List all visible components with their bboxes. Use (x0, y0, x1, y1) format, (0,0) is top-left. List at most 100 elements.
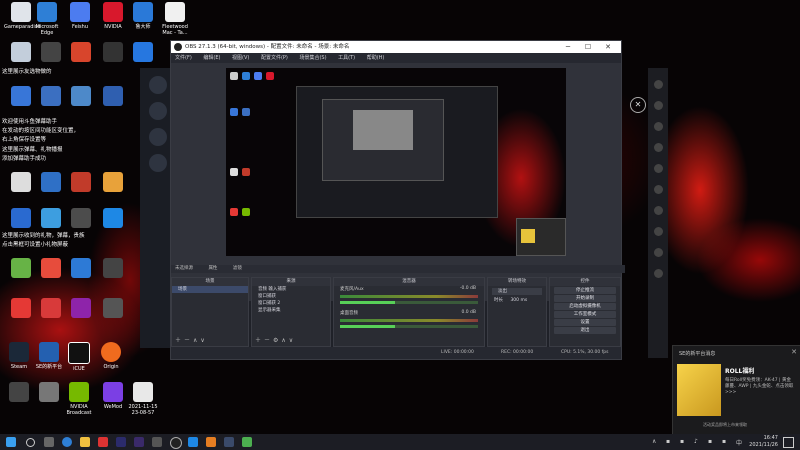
network-icon[interactable]: ▪ (666, 438, 670, 445)
taskview-icon[interactable] (44, 437, 54, 447)
desktop-icon[interactable] (4, 208, 38, 230)
desktop-icon[interactable] (4, 172, 38, 194)
tray-icon[interactable]: ▪ (680, 438, 684, 445)
app-icon[interactable] (242, 437, 252, 447)
desktop-icon-file[interactable]: 2021-11-15 23-08-57 (126, 382, 160, 416)
desktop-icon-nvidia-broadcast[interactable]: NVIDIA Broadcast (62, 382, 96, 416)
stop-streaming-button[interactable]: 停止推流 (554, 287, 616, 294)
desktop-icon[interactable] (4, 42, 38, 64)
maximize-icon[interactable]: ☐ (579, 41, 597, 53)
notification-center-icon[interactable] (783, 437, 794, 448)
obs-window[interactable]: OBS 27.1.3 (64-bit, windows) - 配置文件: 未命名… (170, 40, 625, 360)
source-item[interactable]: 音频 输入捕获 (252, 286, 330, 293)
preview-canvas[interactable] (226, 68, 566, 256)
desktop-icon[interactable]: NVIDIA (96, 2, 130, 30)
scene-tools[interactable]: ＋－∧∨ (175, 335, 208, 344)
premiere-icon[interactable] (134, 437, 144, 447)
start-recording-button[interactable]: 开始录制 (554, 295, 616, 302)
desktop-icon[interactable] (4, 298, 38, 320)
desktop-icon[interactable] (64, 86, 98, 108)
desktop-icon[interactable]: 鲁大师 (126, 2, 160, 30)
edge-icon[interactable] (62, 437, 72, 447)
studio-mode-button[interactable]: 工作室模式 (554, 311, 616, 318)
desktop-icon[interactable] (126, 42, 160, 64)
desktop-icon[interactable]: Microsoft Edge (30, 2, 64, 36)
obs-titlebar[interactable]: OBS 27.1.3 (64-bit, windows) - 配置文件: 未命名… (171, 41, 621, 53)
desktop-icon-se[interactable]: SE的新平台 (32, 342, 66, 370)
desktop-icon[interactable] (32, 382, 66, 404)
source-tools[interactable]: ＋－⚙∧∨ (255, 335, 296, 344)
properties-button[interactable]: 属性 (208, 266, 217, 271)
desktop-icon[interactable] (4, 86, 38, 108)
obs-taskbar-icon[interactable] (170, 437, 182, 449)
tray-icon[interactable]: ▪ (708, 438, 712, 445)
desktop-icon[interactable] (96, 172, 130, 194)
close-icon[interactable]: ✕ (630, 97, 646, 113)
menu-file[interactable]: 文件(F) (175, 55, 192, 61)
settings-button[interactable]: 设置 (554, 319, 616, 326)
desktop-icon[interactable] (96, 258, 130, 280)
desktop-icon[interactable] (64, 258, 98, 280)
desktop-icon[interactable] (64, 172, 98, 194)
taskbar-clock[interactable]: 16:47 2021/11/26 (749, 435, 778, 449)
duration-field[interactable]: 时长 300 ms (488, 297, 546, 304)
app-icon[interactable] (152, 437, 162, 447)
desktop-icon[interactable] (2, 382, 36, 404)
desktop-icon[interactable]: Feishu (63, 2, 97, 30)
close-icon[interactable]: ✕ (599, 41, 617, 53)
desktop-icon-icue[interactable]: iCUE (62, 342, 96, 372)
source-item[interactable]: 窗口捕获 2 (252, 300, 330, 307)
app-icon[interactable] (116, 437, 126, 447)
volume-slider[interactable] (340, 325, 478, 328)
tray-chevron-icon[interactable]: ∧ (652, 438, 656, 445)
explorer-icon[interactable] (80, 437, 90, 447)
virtual-camera-button[interactable]: 启动虚拟摄像机 (554, 303, 616, 310)
windows-start-icon[interactable] (6, 437, 16, 447)
desktop-icon[interactable] (64, 298, 98, 320)
close-icon[interactable]: ✕ (791, 348, 797, 356)
desktop-icon[interactable] (34, 172, 68, 194)
app-icon[interactable] (206, 437, 216, 447)
desktop-icon[interactable] (4, 258, 38, 280)
source-item[interactable]: 显示器采集 (252, 307, 330, 314)
desktop-icon-wemod[interactable]: WeMod (96, 382, 130, 410)
desktop-icon[interactable] (96, 86, 130, 108)
menu-help[interactable]: 帮助(H) (367, 55, 385, 61)
menu-tools[interactable]: 工具(T) (338, 55, 355, 61)
transition-select[interactable]: 淡出 (492, 288, 542, 295)
exit-button[interactable]: 退出 (554, 327, 616, 334)
desktop-icon[interactable] (34, 298, 68, 320)
tray-icon[interactable]: ▪ (722, 438, 726, 445)
filters-button[interactable]: 滤镜 (233, 266, 242, 271)
desktop-icon[interactable] (96, 208, 130, 230)
app-icon[interactable] (98, 437, 108, 447)
desktop-icon[interactable] (96, 42, 130, 64)
notification-toast[interactable]: SE的新平台消息 ✕ ROLL福利 每日Roll奖免费领：AK-47 | 黄金藤… (672, 345, 800, 435)
taskbar: ∧ ▪ ▪ ♪ ▪ ▪ 中 16:47 2021/11/26 (0, 434, 800, 450)
desktop-icon[interactable] (34, 258, 68, 280)
menu-edit[interactable]: 编辑(E) (203, 55, 220, 61)
input-method-icon[interactable]: 中 (736, 438, 742, 447)
desktop-icon[interactable] (96, 298, 130, 320)
scene-item[interactable]: 场景 (172, 286, 248, 293)
desktop-icon[interactable] (34, 42, 68, 64)
menu-scene-collection[interactable]: 场景集合(S) (299, 55, 326, 61)
volume-slider[interactable] (340, 301, 478, 304)
desktop-icon[interactable] (64, 42, 98, 64)
menu-view[interactable]: 视图(V) (232, 55, 249, 61)
search-icon[interactable] (26, 438, 35, 447)
desktop-icon[interactable]: Fleetwood Mac - Ta... (158, 2, 192, 36)
minimize-icon[interactable]: ─ (559, 41, 577, 53)
notification-footer[interactable]: 活动奖品即将上市来领取 (703, 422, 747, 428)
menu-profile[interactable]: 配置文件(P) (261, 55, 288, 61)
app-icon[interactable] (224, 437, 234, 447)
source-item[interactable]: 窗口捕获 (252, 293, 330, 300)
desktop-text-line: 右上角保存设置等 (2, 137, 47, 143)
desktop-icon[interactable] (34, 208, 68, 230)
desktop-icon[interactable] (34, 86, 68, 108)
volume-icon[interactable]: ♪ (694, 438, 698, 445)
desktop-icon-origin[interactable]: Origin (94, 342, 128, 370)
app-icon[interactable] (188, 437, 198, 447)
desktop-icon[interactable] (64, 208, 98, 230)
desktop-icon-steam[interactable]: Steam (2, 342, 36, 370)
